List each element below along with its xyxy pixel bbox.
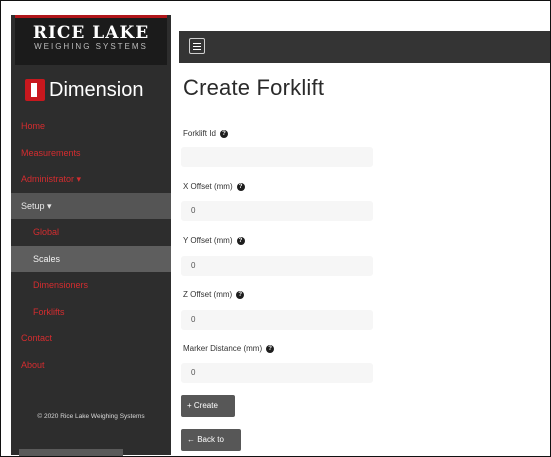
sidebar-item-scales[interactable]: Scales xyxy=(11,245,171,272)
sidebar-item-contact[interactable]: Contact xyxy=(11,325,171,352)
product-brand: Dimension xyxy=(15,73,167,109)
question-circle-icon[interactable]: ? xyxy=(219,130,228,138)
sidebar-item-about[interactable]: About xyxy=(11,352,171,379)
z-offset-value: 0 xyxy=(191,315,196,324)
sidebar-item-measurements[interactable]: Measurements xyxy=(11,140,171,167)
dimension-logo-icon xyxy=(25,79,45,101)
z-offset-label: Z Offset (mm)? xyxy=(183,290,245,299)
z-offset-label-text: Z Offset (mm) xyxy=(183,290,233,299)
y-offset-value: 0 xyxy=(191,261,196,270)
sidebar-nav: Home Measurements Administrator ▾ Setup … xyxy=(11,113,171,378)
question-circle-icon[interactable]: ? xyxy=(266,345,275,353)
x-offset-label: X Offset (mm)? xyxy=(183,182,245,191)
sidebar-item-global[interactable]: Global xyxy=(11,219,171,246)
sidebar-bottom-bar xyxy=(19,449,123,456)
page-title: Create Forklift xyxy=(183,75,325,100)
sidebar-item-home[interactable]: Home xyxy=(11,113,171,140)
y-offset-label-text: Y Offset (mm) xyxy=(183,236,233,245)
forklift-id-input[interactable] xyxy=(181,147,373,167)
top-bar xyxy=(179,31,550,63)
question-circle-icon[interactable]: ? xyxy=(236,183,245,191)
rice-lake-logo: RICE LAKE WEIGHING SYSTEMS xyxy=(15,15,167,65)
marker-distance-label-text: Marker Distance (mm) xyxy=(183,344,263,353)
sidebar-item-dimensioners[interactable]: Dimensioners xyxy=(11,272,171,299)
sidebar-footer: © 2020 Rice Lake Weighing Systems xyxy=(37,413,145,420)
marker-distance-label: Marker Distance (mm)? xyxy=(183,344,275,353)
x-offset-input[interactable]: 0 xyxy=(181,201,373,221)
logo-title: RICE LAKE xyxy=(32,23,150,43)
sidebar-item-setup[interactable]: Setup ▾ xyxy=(11,192,171,219)
z-offset-input[interactable]: 0 xyxy=(181,310,373,330)
x-offset-value: 0 xyxy=(191,206,196,215)
logo-subtitle: WEIGHING SYSTEMS xyxy=(34,42,148,51)
y-offset-input[interactable]: 0 xyxy=(181,256,373,276)
back-to-list-button[interactable]: ← Back to List xyxy=(181,429,241,451)
y-offset-label: Y Offset (mm)? xyxy=(183,236,245,245)
product-name: Dimension xyxy=(49,79,144,101)
forklift-id-label: Forklift Id? xyxy=(183,129,228,138)
app-window: RICE LAKE WEIGHING SYSTEMS Dimension Hom… xyxy=(0,0,551,457)
marker-distance-value: 0 xyxy=(191,368,196,377)
question-circle-icon[interactable]: ? xyxy=(236,237,245,245)
create-button[interactable]: + Create xyxy=(181,395,235,417)
sidebar-item-administrator[interactable]: Administrator ▾ xyxy=(11,166,171,193)
marker-distance-input[interactable]: 0 xyxy=(181,363,373,383)
sidebar-item-forklifts[interactable]: Forklifts xyxy=(11,299,171,326)
question-circle-icon[interactable]: ? xyxy=(236,291,245,299)
hamburger-menu-icon[interactable] xyxy=(189,38,205,54)
x-offset-label-text: X Offset (mm) xyxy=(183,182,233,191)
forklift-id-label-text: Forklift Id xyxy=(183,129,216,138)
